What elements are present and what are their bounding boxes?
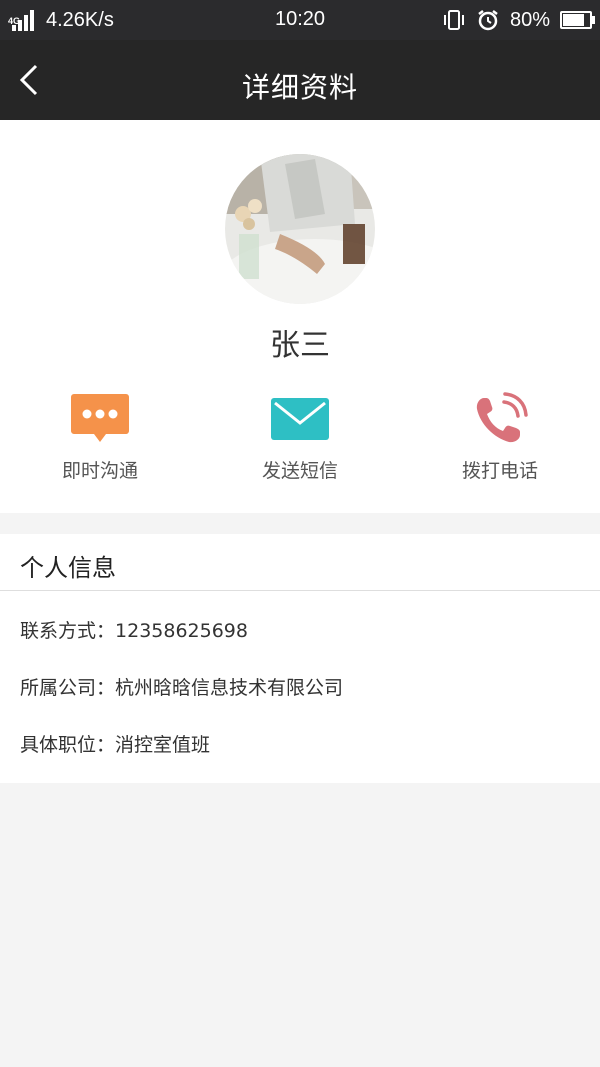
avatar-photo xyxy=(225,154,375,304)
info-key: 具体职位： xyxy=(20,734,116,756)
vibrate-icon xyxy=(443,10,464,30)
profile-card: 张三 即时沟通 发送短信 拨打电话 xyxy=(0,120,600,513)
alarm-icon xyxy=(478,10,498,31)
action-label: 拨打电话 xyxy=(461,460,538,482)
page-title: 详细资料 xyxy=(241,71,358,104)
info-row-position: 具体职位：消控室值班 xyxy=(20,730,210,757)
battery-percent: 80% xyxy=(509,8,550,31)
user-name: 张三 xyxy=(270,328,330,363)
action-label: 即时沟通 xyxy=(61,460,138,482)
info-row-contact: 联系方式：12358625698 xyxy=(20,616,248,643)
status-right: 80% xyxy=(442,0,595,40)
personal-info-section: 个人信息 联系方式：12358625698 所属公司：杭州晗晗信息技术有限公司 … xyxy=(0,534,600,783)
envelope-icon xyxy=(271,398,329,440)
section-title: 个人信息 xyxy=(20,554,116,582)
info-key: 联系方式： xyxy=(20,620,116,642)
nav-bar: 详细资料 xyxy=(0,40,600,120)
info-value: 消控室值班 xyxy=(115,734,211,756)
avatar[interactable] xyxy=(225,154,375,304)
instant-chat-button[interactable]: 即时沟通 xyxy=(30,392,170,483)
action-label: 发送短信 xyxy=(261,460,338,482)
status-bar: 4G 4.26K/s 10:20 80% xyxy=(0,0,600,40)
call-phone-button[interactable]: 拨打电话 xyxy=(430,392,570,483)
info-value[interactable]: 12358625698 xyxy=(115,620,248,642)
info-key: 所属公司： xyxy=(20,677,116,699)
info-value: 杭州晗晗信息技术有限公司 xyxy=(115,677,344,699)
divider xyxy=(0,590,600,591)
send-sms-button[interactable]: 发送短信 xyxy=(230,392,370,483)
info-row-company: 所属公司：杭州晗晗信息技术有限公司 xyxy=(20,673,343,700)
phone-icon xyxy=(476,392,528,443)
battery-icon xyxy=(560,11,595,29)
chat-bubble-icon xyxy=(71,394,129,442)
